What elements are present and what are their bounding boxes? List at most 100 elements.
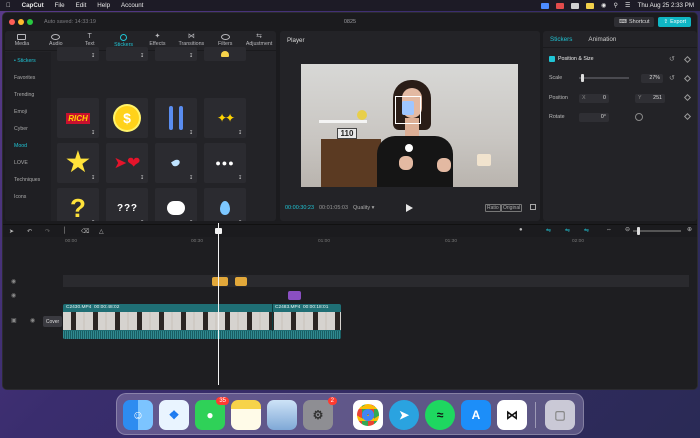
menu-edit[interactable]: Edit bbox=[76, 2, 87, 9]
zoom-window-button[interactable] bbox=[27, 18, 33, 25]
sticker-question-marks[interactable]: ? ? ? ↧ bbox=[106, 188, 148, 221]
system-settings-icon[interactable]: ⚙ 2 bbox=[303, 397, 337, 430]
sticker-sparkles[interactable]: ✦✦ ↧ bbox=[204, 98, 246, 138]
menu-capcut[interactable]: CapCut bbox=[22, 2, 44, 9]
main-track-audio-icon[interactable]: ◉ bbox=[30, 317, 35, 324]
category-favorites[interactable]: Favorites bbox=[5, 69, 51, 86]
category-trending[interactable]: Trending bbox=[5, 86, 51, 103]
messages-icon[interactable]: ● 35 bbox=[195, 397, 229, 430]
magnet-icon[interactable]: ⇋ bbox=[546, 227, 551, 234]
position-size-checkbox[interactable] bbox=[549, 56, 555, 62]
download-icon[interactable]: ↧ bbox=[189, 54, 194, 59]
tab-adjustment[interactable]: ⇆ Adjustment bbox=[242, 31, 276, 50]
sticker-cloud[interactable]: ↧ bbox=[155, 188, 197, 221]
link-icon[interactable]: ⇋ bbox=[565, 227, 570, 234]
reset-icon[interactable]: ↺ bbox=[669, 74, 675, 82]
effect-clip[interactable] bbox=[288, 291, 301, 300]
tab-animation[interactable]: Animation bbox=[588, 36, 616, 43]
spotify-icon[interactable]: ≈ bbox=[425, 400, 455, 430]
sticker-clip-2[interactable] bbox=[235, 277, 247, 286]
scale-slider[interactable] bbox=[579, 74, 629, 82]
track-eye-icon[interactable]: ◉ bbox=[11, 278, 16, 285]
undo-icon[interactable]: ↶ bbox=[27, 228, 34, 235]
scale-slider-knob[interactable] bbox=[581, 74, 584, 82]
sticker-dots[interactable]: ●●● ↧ bbox=[204, 143, 246, 183]
zoom-slider-knob[interactable] bbox=[637, 227, 640, 235]
apple-icon[interactable]:  bbox=[6, 2, 11, 9]
sticker-blue-flames[interactable]: ↧ bbox=[155, 98, 197, 138]
search-icon[interactable]: ⚲ bbox=[613, 2, 618, 9]
chrome-icon[interactable] bbox=[353, 400, 383, 430]
sticker-heart-arrow[interactable]: ➤❤ ↧ bbox=[106, 143, 148, 183]
microphone-icon[interactable]: ● bbox=[519, 227, 523, 233]
download-icon[interactable]: ↧ bbox=[91, 54, 96, 59]
rotate-dial-icon[interactable] bbox=[635, 113, 643, 121]
zoom-in-icon[interactable]: ⊕ bbox=[687, 226, 692, 233]
playhead-handle[interactable] bbox=[215, 228, 222, 234]
shortcut-button[interactable]: ⌨ Shortcut bbox=[614, 16, 655, 27]
category-emoji[interactable]: Emoji bbox=[5, 103, 51, 120]
playhead[interactable] bbox=[218, 223, 219, 385]
sticker-item[interactable]: ↧ bbox=[57, 47, 99, 61]
menu-file[interactable]: File bbox=[55, 2, 65, 9]
download-icon[interactable]: ↧ bbox=[189, 131, 194, 136]
export-button[interactable]: ⇪ Export bbox=[658, 16, 691, 27]
download-icon[interactable]: ↧ bbox=[140, 54, 145, 59]
sticker-clip[interactable] bbox=[212, 277, 228, 286]
trash-icon[interactable]: ▢ bbox=[545, 400, 575, 430]
ratio-button[interactable]: Ratio bbox=[485, 204, 501, 212]
download-icon[interactable]: ↧ bbox=[238, 131, 243, 136]
cover-button[interactable]: Cover bbox=[43, 316, 62, 327]
sticker-water-drop[interactable]: ↧ bbox=[204, 188, 246, 221]
download-icon[interactable]: ↧ bbox=[140, 176, 145, 181]
zoom-out-icon[interactable]: ⊖ bbox=[625, 226, 630, 233]
category-techniques[interactable]: Techniques bbox=[5, 171, 51, 188]
scale-input[interactable]: 27% bbox=[641, 73, 663, 83]
select-tool-icon[interactable]: ➤ bbox=[9, 228, 16, 235]
sticker-question-yellow[interactable]: ? ↧ bbox=[57, 188, 99, 221]
control-center-icon[interactable]: ☰ bbox=[625, 2, 631, 9]
sticker-rich[interactable]: RICH ↧ bbox=[57, 98, 99, 138]
timeline[interactable]: 00:00 00:30 01:00 01:30 02:00 ◉ ◉ ▣ ◉ Co… bbox=[3, 237, 697, 389]
position-y-input[interactable]: Y 251 bbox=[635, 93, 665, 103]
reset-position-icon[interactable]: ↺ bbox=[669, 55, 675, 63]
rotate-input[interactable]: 0° bbox=[579, 112, 609, 122]
close-window-button[interactable] bbox=[9, 18, 15, 25]
category-cyber[interactable]: Cyber bbox=[5, 120, 51, 137]
preview-axis-icon[interactable]: ⇋ bbox=[584, 227, 589, 234]
minimize-window-button[interactable] bbox=[18, 18, 24, 25]
split-audio-icon[interactable]: ⇔ bbox=[606, 227, 612, 233]
preview-icon[interactable] bbox=[267, 400, 297, 430]
track-lock-icon[interactable]: ◉ bbox=[11, 292, 16, 299]
download-icon[interactable]: ↧ bbox=[238, 176, 243, 181]
tab-media[interactable]: Media bbox=[5, 31, 39, 50]
mirror-icon[interactable]: △ bbox=[99, 228, 106, 235]
sticker-item[interactable]: ↧ bbox=[106, 47, 148, 61]
video-preview[interactable]: 110 bbox=[301, 64, 518, 187]
download-icon[interactable]: ↧ bbox=[91, 176, 96, 181]
tray-app-icon-3[interactable] bbox=[571, 2, 580, 9]
zoom-slider[interactable] bbox=[633, 230, 681, 232]
main-video-track[interactable]: C2430.MP4 00:00:48:02 C2483.MP4 00:00:18… bbox=[63, 304, 341, 339]
quality-dropdown[interactable]: Quality ▾ bbox=[353, 205, 374, 211]
position-x-input[interactable]: X0 bbox=[579, 93, 609, 103]
notes-icon[interactable] bbox=[231, 400, 261, 430]
redo-icon[interactable]: ↷ bbox=[45, 228, 52, 235]
sticker-item[interactable]: ↧ bbox=[155, 47, 197, 61]
sticker-coin[interactable]: $ bbox=[106, 98, 148, 138]
category-icons[interactable]: Icons bbox=[5, 188, 51, 205]
original-button[interactable]: Original bbox=[501, 204, 523, 212]
menubar-datetime[interactable]: Thu Aug 25 2:33 PM bbox=[638, 2, 694, 9]
sticker-overlay[interactable] bbox=[395, 96, 421, 124]
main-track-icon[interactable]: ▣ bbox=[11, 317, 17, 324]
delete-icon[interactable]: ⌫ bbox=[81, 228, 89, 235]
download-icon[interactable]: ↧ bbox=[91, 131, 96, 136]
category-stickers[interactable]: • Stickers bbox=[5, 52, 51, 69]
category-mood[interactable]: Mood bbox=[5, 137, 51, 154]
menu-help[interactable]: Help bbox=[97, 2, 110, 9]
sticker-item[interactable] bbox=[204, 47, 246, 61]
menu-account[interactable]: Account bbox=[121, 2, 143, 9]
app-store-icon[interactable]: A bbox=[461, 400, 491, 430]
tab-stickers-props[interactable]: Stickers bbox=[550, 36, 572, 43]
play-icon[interactable] bbox=[406, 204, 413, 212]
